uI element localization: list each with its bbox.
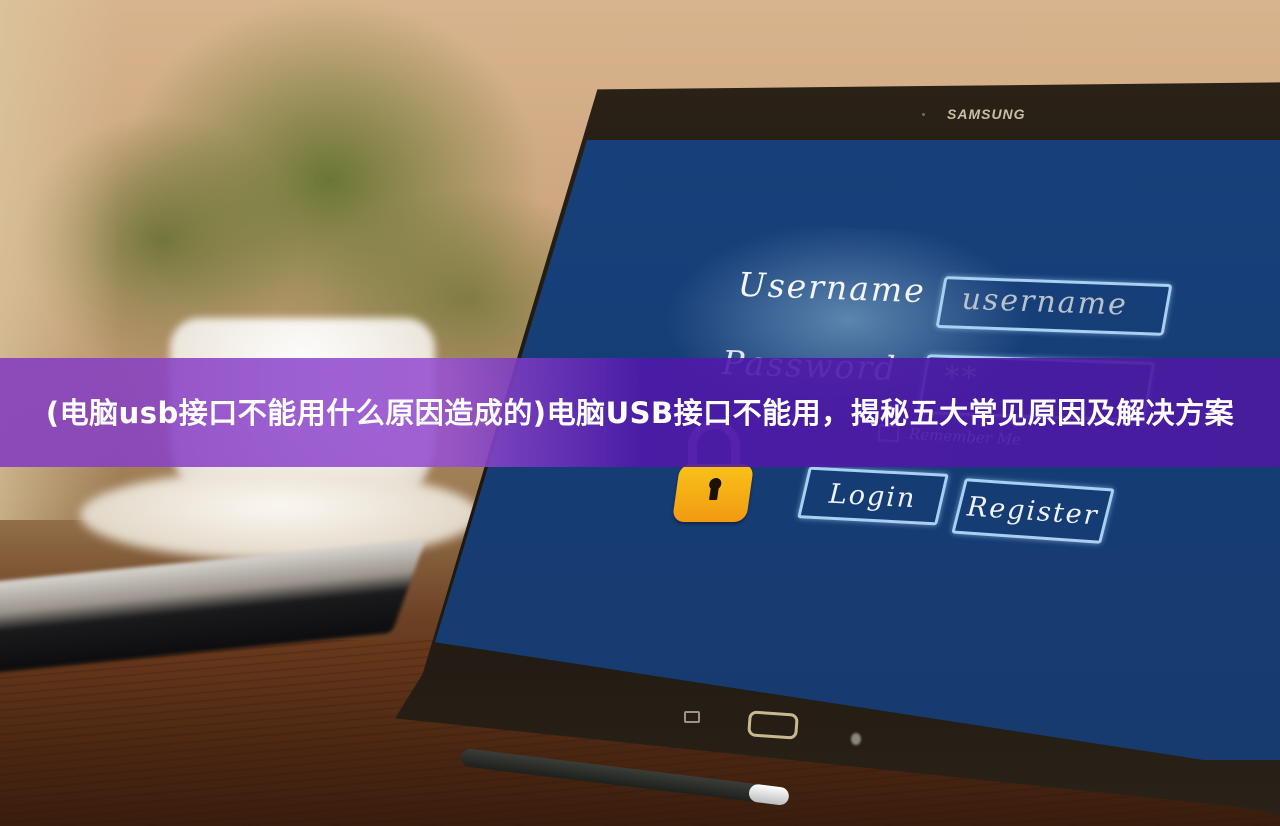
username-input-value: username (961, 281, 1129, 323)
article-title: (电脑usb接口不能用什么原因造成的)电脑USB接口不能用，揭秘五大常见原因及解… (45, 395, 1235, 430)
username-label: Username (737, 264, 927, 311)
register-button[interactable]: Register (951, 478, 1115, 544)
login-button-label: Login (828, 478, 918, 514)
login-button[interactable]: Login (797, 466, 949, 526)
padlock-icon (671, 464, 755, 522)
register-button-label: Register (966, 490, 1100, 532)
username-input[interactable]: username (935, 276, 1173, 336)
home-button-icon[interactable] (747, 710, 799, 740)
back-button-icon[interactable] (684, 711, 700, 723)
brand-logo: SAMSUNG (947, 106, 1026, 122)
keyhole-icon (708, 478, 723, 490)
title-banner: (电脑usb接口不能用什么原因造成的)电脑USB接口不能用，揭秘五大常见原因及解… (0, 358, 1280, 467)
front-camera-icon (922, 113, 925, 116)
recent-apps-button-icon[interactable] (851, 733, 861, 745)
